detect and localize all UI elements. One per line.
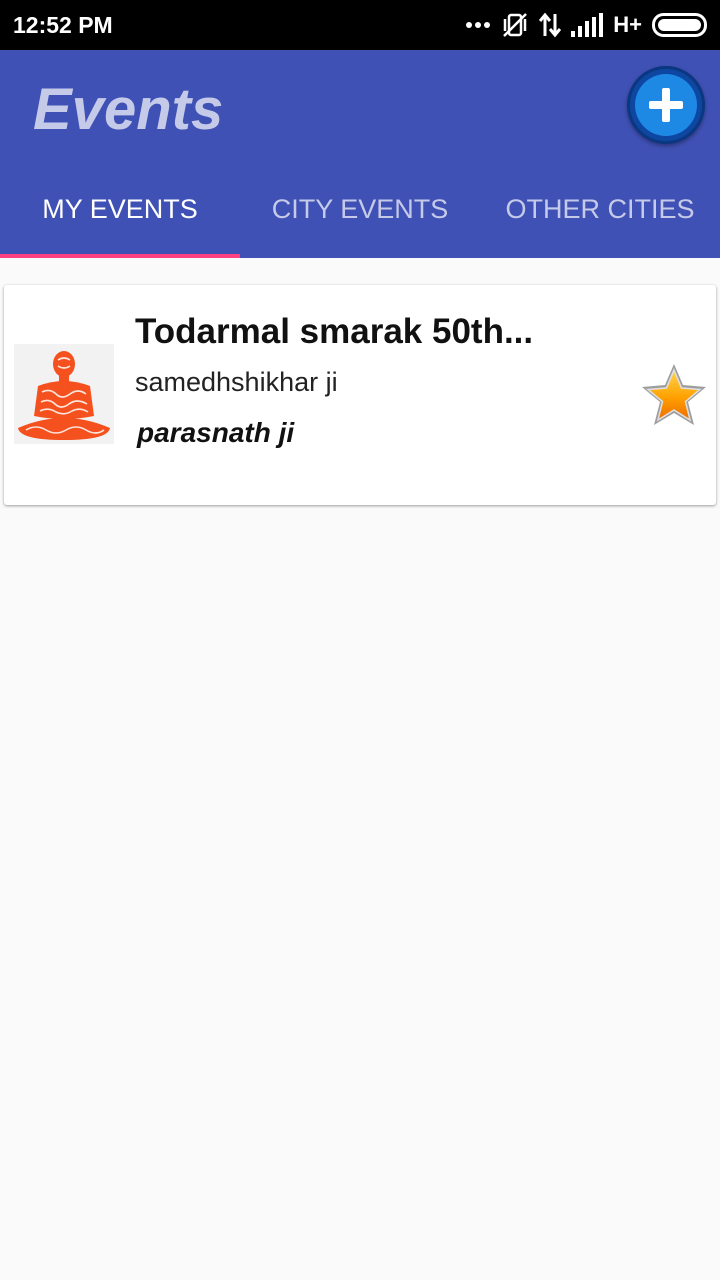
tab-label: CITY EVENTS — [271, 193, 449, 224]
status-time: 12:52 PM — [13, 12, 113, 38]
event-list: Todarmal smarak 50th... samedhshikhar ji… — [0, 258, 720, 1280]
battery-icon — [652, 12, 708, 38]
event-title: Todarmal smarak 50th... — [135, 312, 534, 351]
add-event-button[interactable] — [627, 66, 705, 144]
signal-icon — [571, 13, 604, 37]
status-bar: 12:52 PM H+ — [0, 0, 720, 50]
event-card[interactable]: Todarmal smarak 50th... samedhshikhar ji… — [4, 285, 716, 505]
add-icon — [635, 74, 697, 136]
event-venue: samedhshikhar ji — [135, 367, 338, 397]
more-dots-icon — [465, 21, 491, 29]
star-icon[interactable] — [638, 361, 710, 429]
meditating-figure-icon — [14, 344, 114, 444]
status-icons: H+ — [465, 10, 708, 40]
vibrate-icon — [501, 11, 529, 39]
tab-city-events[interactable]: CITY EVENTS — [240, 160, 480, 258]
event-place: parasnath ji — [137, 417, 295, 448]
tab-label: MY EVENTS — [42, 193, 198, 224]
data-transfer-icon — [539, 12, 562, 38]
tab-bar: MY EVENTS CITY EVENTS OTHER CITIES — [0, 160, 720, 258]
tab-my-events[interactable]: MY EVENTS — [0, 160, 240, 258]
tab-label: OTHER CITIES — [505, 193, 695, 224]
network-type: H+ — [613, 12, 642, 37]
tab-other-cities[interactable]: OTHER CITIES — [480, 160, 720, 258]
page-title: Events — [33, 77, 224, 142]
